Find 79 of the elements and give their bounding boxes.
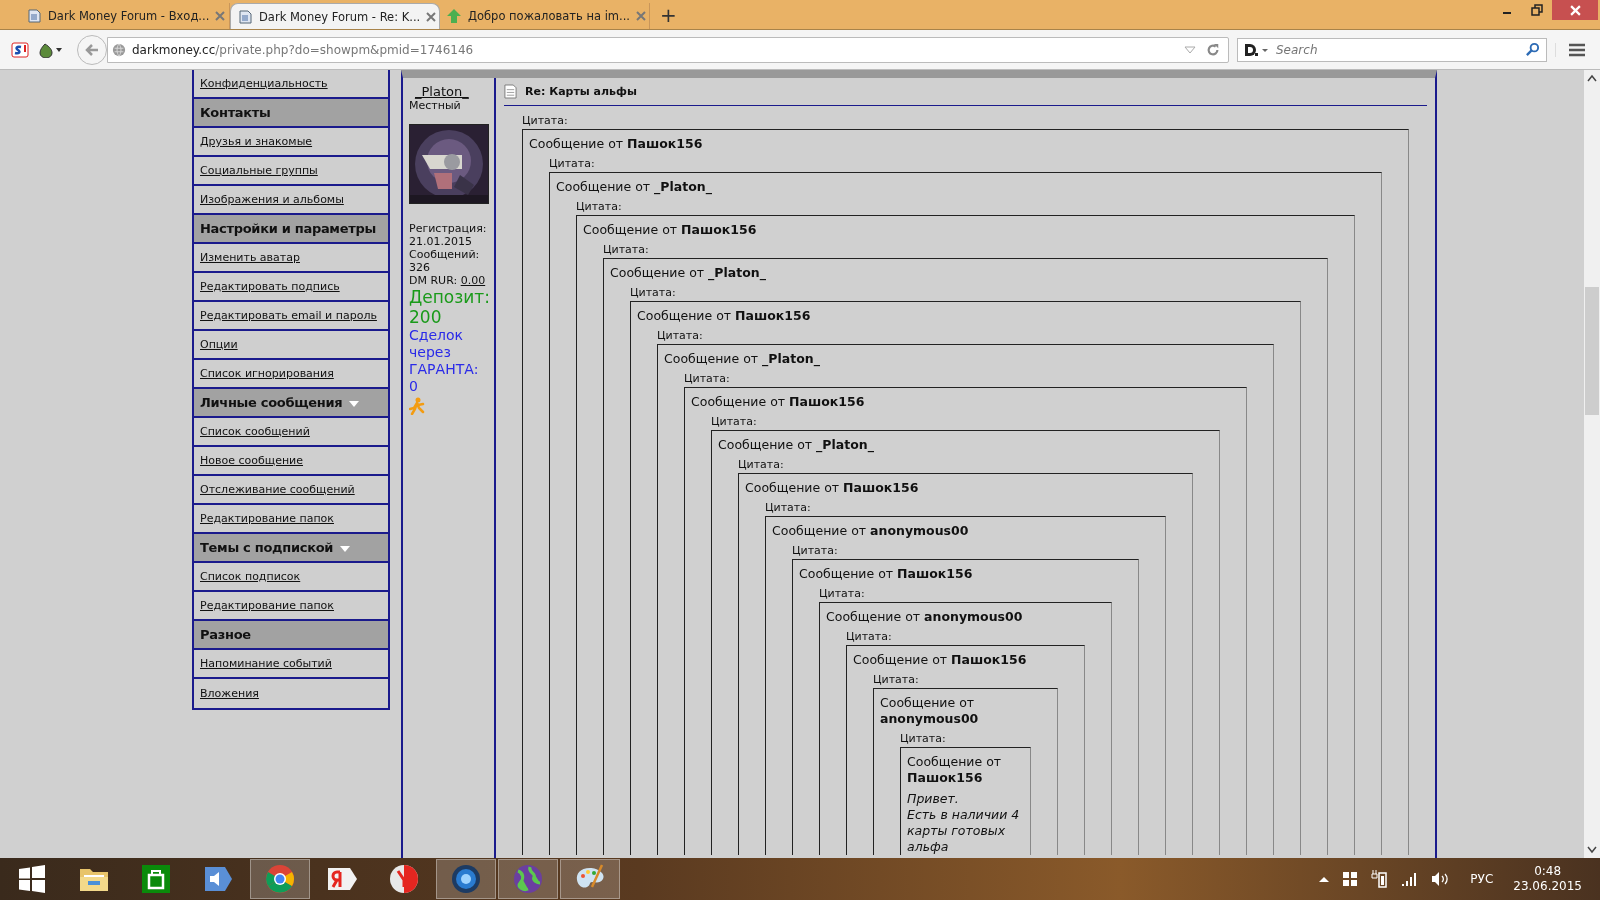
quote-label: Цитата: — [657, 329, 704, 342]
posts-count: 326 — [409, 261, 431, 274]
quote-label: Цитата: — [792, 544, 839, 557]
quote-label: Цитата: — [576, 200, 623, 213]
user-rank: Местный — [409, 99, 462, 112]
sidebar-link[interactable]: Конфиденциальность — [200, 77, 328, 90]
tab-title: Добро пожаловать на im... — [468, 9, 630, 23]
registration-label: Регистрация: — [409, 222, 488, 235]
quote-author: Сообщение от anonymous00 — [826, 609, 1024, 625]
clock-date[interactable]: 23.06.2015 — [1513, 879, 1582, 894]
message-text: Привет. — [907, 791, 960, 807]
quote-label: Цитата: — [846, 630, 893, 643]
quote-label: Цитата: — [738, 458, 785, 471]
search-bar[interactable]: Search — [1237, 37, 1547, 62]
sidebar-link[interactable]: Социальные группы — [200, 164, 318, 177]
sidebar-link[interactable]: Изменить аватар — [200, 251, 300, 264]
quote-author: Сообщение от anonymous00 — [880, 695, 980, 727]
tab-title: Dark Money Forum - Re: K... — [259, 9, 421, 24]
quote-label: Цитата: — [603, 243, 650, 256]
browser-tab[interactable]: Dark Money Forum - Re: K... — [230, 3, 440, 29]
quote-author: Сообщение от Пашок156 — [637, 308, 812, 324]
sidebar-link[interactable]: Список подписок — [200, 570, 301, 583]
quote-label: Цитата: — [819, 587, 866, 600]
quote-label: Цитата: — [711, 415, 758, 428]
section-title: Темы с подпиской — [200, 540, 334, 555]
quote-author: Сообщение от anonymous00 — [772, 523, 970, 539]
sidebar-link[interactable]: Редактирование папок — [200, 599, 334, 612]
quote-author: Сообщение от _Platon_ — [718, 437, 875, 453]
quote-label: Цитата: — [900, 732, 947, 745]
quote-author: Сообщение от Пашок156 — [907, 754, 1003, 786]
language-indicator[interactable]: РУС — [1470, 872, 1494, 886]
browser-tab[interactable]: Dark Money Forum - Вход... — [20, 3, 230, 29]
section-title: Контакты — [200, 105, 271, 120]
browser-tab[interactable]: Добро пожаловать на im... — [440, 3, 650, 29]
sidebar-link[interactable]: Список игнорирования — [200, 367, 334, 380]
balance-link[interactable]: 0.00 — [460, 274, 486, 287]
clock-time[interactable]: 0:48 — [1534, 864, 1562, 879]
quote-author: Сообщение от Пашок156 — [529, 136, 704, 152]
registration-date: 21.01.2015 — [409, 235, 473, 248]
new-tab-button[interactable]: + — [650, 3, 687, 29]
quote-author: Сообщение от Пашок156 — [745, 480, 920, 496]
quote-author: Сообщение от _Platon_ — [556, 179, 713, 195]
sidebar-link[interactable]: Друзья и знакомые — [200, 135, 313, 148]
quote-label: Цитата: — [549, 157, 596, 170]
quote-label: Цитата: — [630, 286, 677, 299]
sidebar-link[interactable]: Редактирование папок — [200, 512, 334, 525]
section-title: Личные сообщения — [200, 395, 343, 410]
quote-label: Цитата: — [522, 114, 569, 127]
quote-author: Сообщение от _Platon_ — [610, 265, 767, 281]
message-text: Есть в наличии 4 карты готовых альфа — [907, 807, 1021, 855]
quote-author: Сообщение от Пашок156 — [691, 394, 866, 410]
sidebar-link[interactable]: Изображения и альбомы — [200, 193, 344, 206]
sidebar-link[interactable]: Новое сообщение — [200, 454, 303, 467]
quote-author: Сообщение от _Platon_ — [664, 351, 821, 367]
tab-title: Dark Money Forum - Вход... — [48, 9, 210, 23]
quote-author: Сообщение от Пашок156 — [583, 222, 758, 238]
quote-author: Сообщение от Пашок156 — [853, 652, 1028, 668]
sidebar-link[interactable]: Напоминание событий — [200, 657, 332, 670]
deals-text: Сделок через ГАРАНТА: 0 — [409, 327, 480, 395]
sidebar-link[interactable]: Отслеживание сообщений — [200, 483, 355, 496]
sidebar-link[interactable]: Опции — [200, 338, 238, 351]
section-title: Разное — [200, 627, 251, 642]
deposit-text: Депозит: 200 — [409, 287, 488, 327]
quote-label: Цитата: — [765, 501, 812, 514]
sidebar-link[interactable]: Редактировать подпись — [200, 280, 340, 293]
sidebar-link[interactable]: Вложения — [200, 687, 259, 700]
url-text: darkmoney.cc/private.php?do=showpm&pmid=1746146 — [132, 42, 474, 57]
search-field[interactable]: Search — [1274, 41, 1521, 58]
quote-label: Цитата: — [873, 673, 920, 686]
quote-author: Сообщение от Пашок156 — [799, 566, 974, 582]
posts-label: Сообщений: — [409, 248, 481, 261]
message-title: Re: Карты альфы — [525, 85, 637, 98]
sidebar-link[interactable]: Редактировать email и пароль — [200, 309, 377, 322]
balance-label: DM RUR: — [409, 274, 458, 287]
quote-label: Цитата: — [684, 372, 731, 385]
sidebar-link[interactable]: Список сообщений — [200, 425, 310, 438]
section-title: Настройки и параметры — [200, 221, 376, 236]
address-bar[interactable]: darkmoney.cc/private.php?do=showpm&pmid=1746146 — [107, 36, 1229, 63]
username-link[interactable]: _Platon_ — [415, 84, 469, 99]
